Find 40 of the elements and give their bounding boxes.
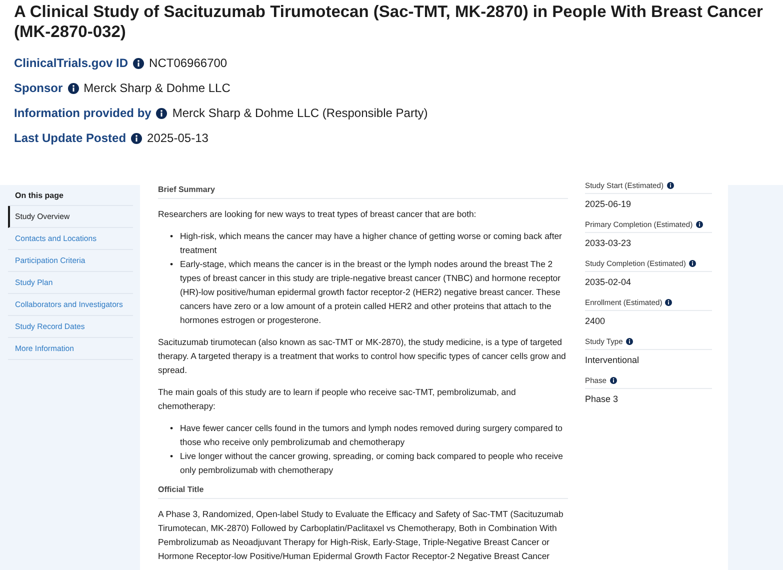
list-item: Early-stage, which means the cancer is in the breast or the lymph nodes around the breast The 2 types of breast cancer in this study are triple-negative breast cancer (TNBC) and hormone receptor (HR)-low positive/human epidermal growth factor receptor-2 (HER2) negative breast cancer. These cancers have zero or a low amount of a protein called HER2 and other proteins that attach to the hormones estrogen or progesterone. (180, 258, 562, 327)
info-icon[interactable] (696, 221, 703, 228)
fact-value: 2025-06-19 (585, 198, 632, 211)
sidebar-heading: On this page (8, 189, 133, 206)
fact-value: Interventional (585, 354, 640, 367)
study-title: A Clinical Study of Sacituzumab Tirumotecan (Sac-TMT, MK-2870) in People With Breast Cancer (MK-2870-032) (14, 2, 764, 42)
meta-value: Merck Sharp & Dohme LLC (84, 81, 230, 96)
section-heading: Brief Summary (158, 185, 568, 199)
bullet: • (170, 258, 174, 271)
meta-label: Information provided by (14, 106, 152, 121)
paragraph: A Phase 3, Randomized, Open-label Study to Evaluate the Efficacy and Safety of Sac-TMT (Sacituzumab Tirumotecan, MK-2870) Followed by Carboplatin/Paclitaxel vs Chemotherapy, Both in Combination With Pembrolizumab as Neoadjuvant Therapy for High-Risk, Early-Stage, Triple-Negative Breast Cancer or Hormone Receptor-low Positive/Human Epidermal Growth Factor Receptor-2 Negative Breast Cancer (158, 508, 564, 563)
info-icon[interactable] (666, 182, 674, 189)
fact-value: 2400 (585, 315, 606, 328)
bullet: • (170, 230, 174, 243)
meta-value: NCT06966700 (149, 56, 228, 71)
fact-value: 2035-02-04 (585, 276, 632, 289)
list-item: Have fewer cancer cells found in the tumors and lymph nodes removed during surgery compared to those who receive only pembrolizumab and chemotherapy (180, 422, 564, 449)
info-icon[interactable] (626, 338, 633, 345)
info-icon[interactable] (156, 108, 168, 119)
meta-label: Last Update Posted (14, 131, 126, 146)
section-heading: Official Title (158, 485, 568, 499)
paragraph: The main goals of this study are to learn if people who receive sac-TMT, pembrolizumab, and chemotherapy: (158, 386, 517, 413)
info-icon[interactable] (688, 260, 696, 267)
meta-value: 2025-05-13 (147, 131, 208, 146)
list-item: High-risk, which means the cancer may have a higher chance of getting worse or coming back after treatment (180, 230, 563, 257)
fact-value: 2033-03-23 (585, 237, 632, 250)
meta-value: Merck Sharp & Dohme LLC (Responsible Party) (172, 106, 428, 121)
meta-label: ClinicalTrials.gov ID (14, 56, 128, 71)
list-item: Live longer without the cancer growing, spreading, or coming back compared to people who receive only pembrolizumab with chemotherapy (180, 450, 564, 477)
info-icon[interactable] (665, 299, 672, 306)
bullet: • (170, 450, 174, 463)
info-icon[interactable] (133, 58, 144, 69)
info-icon[interactable] (610, 377, 617, 384)
meta-label: Sponsor (14, 81, 63, 96)
bullet: • (170, 422, 174, 435)
info-icon[interactable] (68, 83, 79, 94)
info-icon[interactable] (131, 133, 142, 144)
paragraph: Researchers are looking for new ways to treat types of breast cancer that are both: (158, 208, 478, 221)
paragraph: Sacituzumab tirumotecan (also known as sac-TMT or MK-2870), the study medicine, is a type of targeted therapy. A targeted therapy is a treatment that works to control how specific types of cancer cells grow and spread. (158, 336, 567, 377)
fact-value: Phase 3 (585, 393, 620, 406)
